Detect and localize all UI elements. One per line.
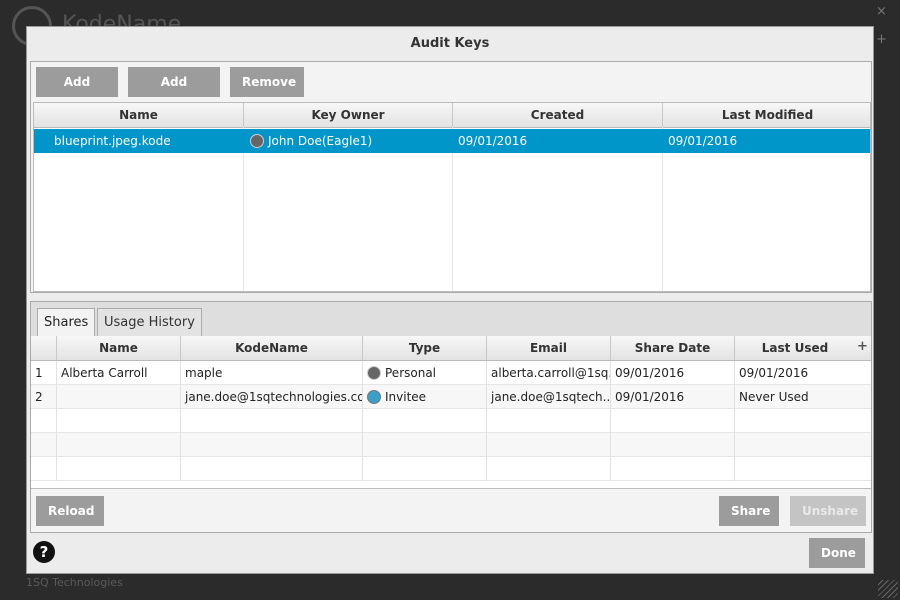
share-kodename: jane.doe@1sqtechnologies.com (181, 385, 363, 409)
empty-cell (31, 409, 57, 433)
table-row-selected[interactable]: blueprint.jpeg.kode John Doe(Eagle1) 09/… (34, 129, 870, 153)
share-type: Personal (385, 366, 437, 380)
shares-table: Name KodeName Type Email Share Date Last… (31, 336, 871, 489)
table-row-empty (31, 433, 871, 457)
empty-cell (363, 433, 487, 457)
column-header-kodename[interactable]: KodeName (181, 336, 363, 360)
key-last-modified: 09/01/2016 (668, 134, 738, 148)
tab-usage-history[interactable]: Usage History (97, 308, 202, 336)
column-header-type[interactable]: Type (363, 336, 487, 360)
share-type-cell: Personal (363, 361, 487, 385)
column-header-share-date[interactable]: Share Date (611, 336, 735, 360)
empty-cell (181, 409, 363, 433)
empty-cell (611, 409, 735, 433)
empty-cell (31, 433, 57, 457)
empty-cell (487, 433, 611, 457)
share-name (57, 385, 181, 409)
remove-button[interactable]: Remove (230, 67, 304, 97)
tab-bar: Shares Usage History (31, 302, 871, 337)
shares-table-header: Name KodeName Type Email Share Date Last… (31, 336, 871, 361)
column-header-last-used[interactable]: Last Used (735, 336, 855, 360)
empty-cell (363, 409, 487, 433)
empty-cell (611, 457, 735, 481)
share-last-used: Never Used (739, 390, 809, 404)
tab-shares[interactable]: Shares (37, 308, 96, 337)
key-file-name: blueprint.jpeg.kode (54, 134, 171, 148)
add-files-button[interactable]: Add Files (36, 67, 118, 119)
row-index: 1 (31, 361, 57, 385)
keys-table: Name Key Owner Created Last Modified blu… (33, 102, 871, 292)
reload-button[interactable]: Reload (36, 496, 104, 526)
column-header-key-owner[interactable]: Key Owner (244, 103, 453, 127)
column-header-name[interactable]: Name (34, 103, 244, 127)
key-owner-cell: John Doe(Eagle1) (246, 129, 452, 153)
share-button[interactable]: Share (719, 496, 779, 526)
add-column-icon[interactable]: + (857, 336, 868, 360)
help-icon[interactable]: ? (33, 541, 55, 563)
empty-cell (57, 409, 181, 433)
empty-cell (487, 409, 611, 433)
keys-table-header: Name Key Owner Created Last Modified (34, 103, 870, 128)
empty-cell (181, 433, 363, 457)
done-button[interactable]: Done (809, 538, 865, 568)
table-row-empty (31, 457, 871, 481)
close-icon[interactable]: × (876, 4, 887, 19)
empty-cell (181, 457, 363, 481)
column-header-email[interactable]: Email (487, 336, 611, 360)
user-avatar-icon (250, 134, 264, 148)
empty-cell (363, 457, 487, 481)
key-created: 09/01/2016 (458, 134, 528, 148)
table-row[interactable]: 2 jane.doe@1sqtechnologies.com Invitee j… (31, 385, 871, 409)
column-header-name[interactable]: Name (57, 336, 181, 360)
share-last-used: 09/01/2016 (739, 366, 809, 380)
row-index: 2 (31, 385, 57, 409)
column-header-last-modified[interactable]: Last Modified (663, 103, 870, 127)
share-date: 09/01/2016 (611, 385, 735, 409)
shares-panel: Shares Usage History Name KodeName Type … (30, 301, 872, 533)
dialog-title: Audit Keys (410, 36, 490, 51)
column-header-created[interactable]: Created (453, 103, 663, 127)
unshare-button[interactable]: Unshare (790, 496, 866, 526)
key-owner-name: John Doe(Eagle1) (268, 134, 373, 148)
share-type-cell: Invitee (363, 385, 487, 409)
app-footer-text: 1SQ Technologies (26, 576, 123, 589)
share-email: alberta.carroll@1sq... (487, 361, 611, 385)
personal-avatar-icon (367, 366, 381, 380)
audit-keys-dialog: Audit Keys Add Files Add Folder Remove N… (26, 26, 874, 574)
empty-cell (487, 457, 611, 481)
share-name: Alberta Carroll (57, 361, 181, 385)
share-email: jane.doe@1sqtech... (487, 385, 611, 409)
invitee-icon (367, 390, 381, 404)
table-row-empty (31, 409, 871, 433)
empty-cell (57, 433, 181, 457)
keys-panel: Add Files Add Folder Remove Name Key Own… (30, 61, 872, 293)
share-type: Invitee (385, 390, 427, 404)
empty-cell (611, 433, 735, 457)
empty-cell (57, 457, 181, 481)
add-folder-button[interactable]: Add Folder (128, 67, 220, 119)
plus-icon[interactable]: + (876, 32, 887, 47)
share-date: 09/01/2016 (611, 361, 735, 385)
share-kodename: maple (181, 361, 363, 385)
resize-grip-icon[interactable] (878, 580, 898, 598)
table-row[interactable]: 1 Alberta Carroll maple Personal alberta… (31, 361, 871, 385)
column-header-index (31, 336, 57, 360)
empty-cell (31, 457, 57, 481)
